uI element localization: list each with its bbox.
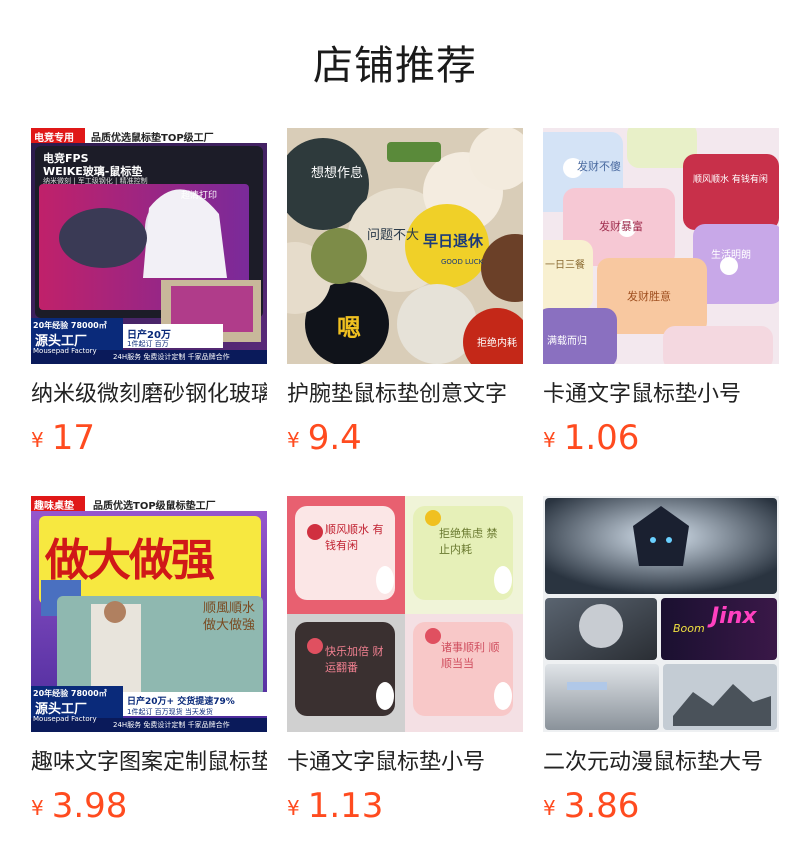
image-text-7: 满载而归: [547, 336, 587, 347]
image-stat-moq: 1件起订 百万: [127, 340, 169, 348]
shop-recommendations-page: 店铺推荐 电竞专用 品质优选鼠标垫TOP级工厂 电竞FPS WEIKE玻璃-鼠标…: [0, 0, 790, 864]
price-value: 3.98: [51, 786, 128, 826]
product-name[interactable]: 纳米级微刻磨砂钢化玻璃鼠标垫: [31, 380, 267, 410]
image-text-2: 问题不大: [367, 228, 420, 243]
price-value: 3.86: [563, 786, 640, 826]
currency-symbol: ¥: [543, 428, 556, 452]
product-price: ¥17: [31, 418, 267, 464]
image-text-3: 发财暴富: [599, 220, 643, 233]
image-text-3: 早日退休: [423, 232, 484, 250]
product-price: ¥3.86: [543, 786, 779, 832]
image-text-1: 顺风顺水 有钱有闲: [325, 523, 384, 552]
image-top-tag: 趣味桌垫: [34, 501, 74, 512]
image-text-1: 想想作息: [311, 166, 364, 181]
image-features: 纳米微刻 | 军工级钢化 | 精准控制: [43, 177, 148, 185]
product-card[interactable]: 发财不傻 顺风顺水 有钱有闲 发财暴富 一日三餐 生活明朗 发财胜意 满载而归 …: [543, 128, 779, 464]
currency-symbol: ¥: [287, 428, 300, 452]
image-text-4: 一日三餐: [545, 260, 585, 271]
currency-symbol: ¥: [31, 796, 44, 820]
image-top-banner: 品质优选鼠标垫TOP级工厂: [91, 133, 214, 144]
currency-symbol: ¥: [31, 428, 44, 452]
product-image[interactable]: Jinx Boom: [543, 496, 779, 732]
product-price: ¥3.98: [31, 786, 267, 832]
price-value: 9.4: [307, 418, 362, 458]
image-text-3: 快乐加倍 财运翻番: [325, 645, 384, 674]
image-top-banner: 品质优选TOP级鼠标垫工厂: [93, 501, 216, 512]
image-text-6: 发财胜意: [627, 290, 671, 303]
product-image[interactable]: 发财不傻 顺风顺水 有钱有闲 发财暴富 一日三餐 生活明朗 发财胜意 满载而归: [543, 128, 779, 364]
image-text-6: 拒绝内耗: [477, 338, 517, 349]
image-text-4: 嗯: [337, 314, 361, 342]
currency-symbol: ¥: [287, 796, 300, 820]
product-name[interactable]: 卡通文字鼠标垫小号: [287, 748, 523, 778]
image-footer: 24H服务 免费设计定制 千家品牌合作: [113, 721, 230, 729]
product-card[interactable]: Jinx Boom 二次元动漫鼠标垫大号 ¥3.86: [543, 496, 779, 832]
image-footer: 24H服务 免费设计定制 千家品牌合作: [113, 353, 230, 361]
product-image[interactable]: 电竞专用 品质优选鼠标垫TOP级工厂 电竞FPS WEIKE玻璃-鼠标垫 纳米微…: [31, 128, 267, 364]
image-headline: 做大做强: [45, 535, 215, 586]
image-text-2: 拒绝焦虑 禁止内耗: [439, 527, 498, 556]
price-value: 1.13: [307, 786, 384, 826]
image-text-2: 顺风顺水 有钱有闲: [693, 175, 768, 185]
product-price: ¥1.13: [287, 786, 523, 832]
image-stat-moq: 1件起订 百万现货 当天发货: [127, 708, 213, 716]
image-badge-en: Mousepad Factory: [33, 347, 97, 355]
product-card[interactable]: 顺风顺水 有钱有闲 拒绝焦虑 禁止内耗 快乐加倍 财运翻番 诸事顺利 顺顺当当 …: [287, 496, 523, 832]
price-value: 17: [51, 418, 95, 458]
product-price: ¥9.4: [287, 418, 523, 464]
image-text-1: 发财不傻: [577, 160, 621, 173]
image-stat-daily: 日产20万+ 交货提速79%: [127, 697, 235, 707]
product-name[interactable]: 趣味文字图案定制鼠标垫: [31, 748, 267, 778]
image-side-text: 顺風順水 做大做強: [203, 601, 256, 633]
product-name[interactable]: 二次元动漫鼠标垫大号: [543, 748, 779, 778]
product-image[interactable]: 想想作息 问题不大 早日退休 嗯 GOOD LUCK 拒绝内耗: [287, 128, 523, 364]
image-top-tag: 电竞专用: [34, 133, 74, 144]
image-text-5: GOOD LUCK: [441, 258, 484, 266]
product-image[interactable]: 顺风顺水 有钱有闲 拒绝焦虑 禁止内耗 快乐加倍 财运翻番 诸事顺利 顺顺当当: [287, 496, 523, 732]
image-text-4: 诸事顺利 顺顺当当: [441, 641, 500, 670]
image-text-1: Jinx: [711, 604, 757, 629]
product-card[interactable]: 想想作息 问题不大 早日退休 嗯 GOOD LUCK 拒绝内耗 护腕垫鼠标垫创意…: [287, 128, 523, 464]
product-card[interactable]: 电竞专用 品质优选鼠标垫TOP级工厂 电竞FPS WEIKE玻璃-鼠标垫 纳米微…: [31, 128, 267, 464]
product-image[interactable]: 趣味桌垫 品质优选TOP级鼠标垫工厂 做大做强 顺風順水 做大做強 20年经验 …: [31, 496, 267, 732]
price-value: 1.06: [563, 418, 640, 458]
product-name[interactable]: 护腕垫鼠标垫创意文字: [287, 380, 523, 410]
image-callout: 超清打印: [181, 191, 218, 201]
image-badge-en: Mousepad Factory: [33, 715, 97, 723]
currency-symbol: ¥: [543, 796, 556, 820]
product-name[interactable]: 卡通文字鼠标垫小号: [543, 380, 779, 410]
section-title: 店铺推荐: [313, 43, 477, 89]
image-text-2: Boom: [673, 622, 705, 635]
product-price: ¥1.06: [543, 418, 779, 464]
image-text-5: 生活明朗: [711, 250, 751, 261]
product-card[interactable]: 趣味桌垫 品质优选TOP级鼠标垫工厂 做大做强 顺風順水 做大做強 20年经验 …: [31, 496, 267, 832]
